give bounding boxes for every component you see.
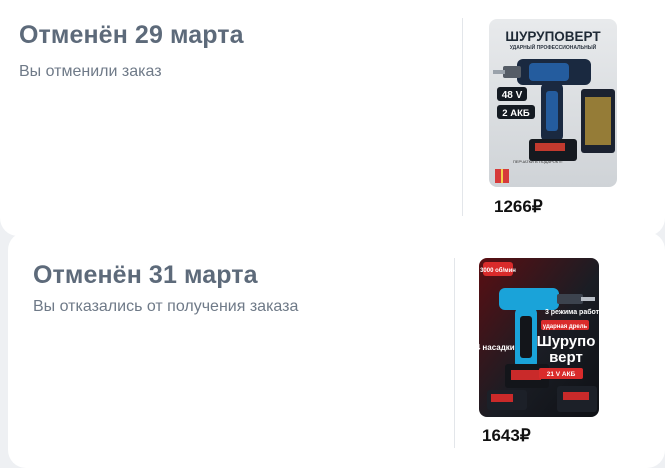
order-price: 1266₽ (494, 197, 543, 216)
svg-text:2 АКБ: 2 АКБ (502, 108, 530, 119)
drill-product-image: 3000 об/мин 3 режима работы ударная дрел… (479, 258, 599, 417)
order-status-title: Отменён 29 марта (19, 21, 244, 49)
order-status-title: Отменён 31 марта (33, 261, 258, 289)
svg-text:21 V АКБ: 21 V АКБ (547, 371, 576, 378)
svg-text:УДАРНЫЙ ПРОФЕССИОНАЛЬНЫЙ: УДАРНЫЙ ПРОФЕССИОНАЛЬНЫЙ (510, 43, 597, 51)
divider (462, 18, 463, 216)
order-status-detail: Вы отменили заказ (19, 63, 162, 80)
order-price: 1643₽ (482, 426, 531, 445)
order-card-1[interactable]: Отменён 29 марта Вы отменили заказ ШУРУП… (0, 0, 665, 236)
order-status-detail: Вы отказались от получения заказа (33, 298, 299, 315)
svg-text:48 V: 48 V (502, 90, 523, 101)
svg-text:Шурупо: Шурупо (537, 333, 596, 350)
svg-text:ШУРУПОВЕРТ: ШУРУПОВЕРТ (505, 29, 601, 44)
svg-text:24 насадки: 24 насадки (479, 343, 515, 352)
order-card-2[interactable]: Отменён 31 марта Вы отказались от получе… (8, 232, 665, 468)
svg-text:ударная дрель: ударная дрель (543, 324, 588, 330)
svg-text:ПЕРЧАТКИ В ПОДАРОК !!!: ПЕРЧАТКИ В ПОДАРОК !!! (513, 159, 563, 164)
svg-text:верт: верт (549, 349, 583, 366)
svg-text:3000 об/мин: 3000 об/мин (480, 267, 516, 274)
divider (454, 258, 455, 448)
product-thumbnail[interactable]: ШУРУПОВЕРТ УДАРНЫЙ ПРОФЕССИОНАЛЬНЫЙ 48 V… (489, 19, 617, 187)
svg-text:3 режима работы: 3 режима работы (545, 308, 599, 316)
product-thumbnail[interactable]: 3000 об/мин 3 режима работы ударная дрел… (479, 258, 599, 417)
drill-product-image: ШУРУПОВЕРТ УДАРНЫЙ ПРОФЕССИОНАЛЬНЫЙ 48 V… (489, 19, 617, 187)
